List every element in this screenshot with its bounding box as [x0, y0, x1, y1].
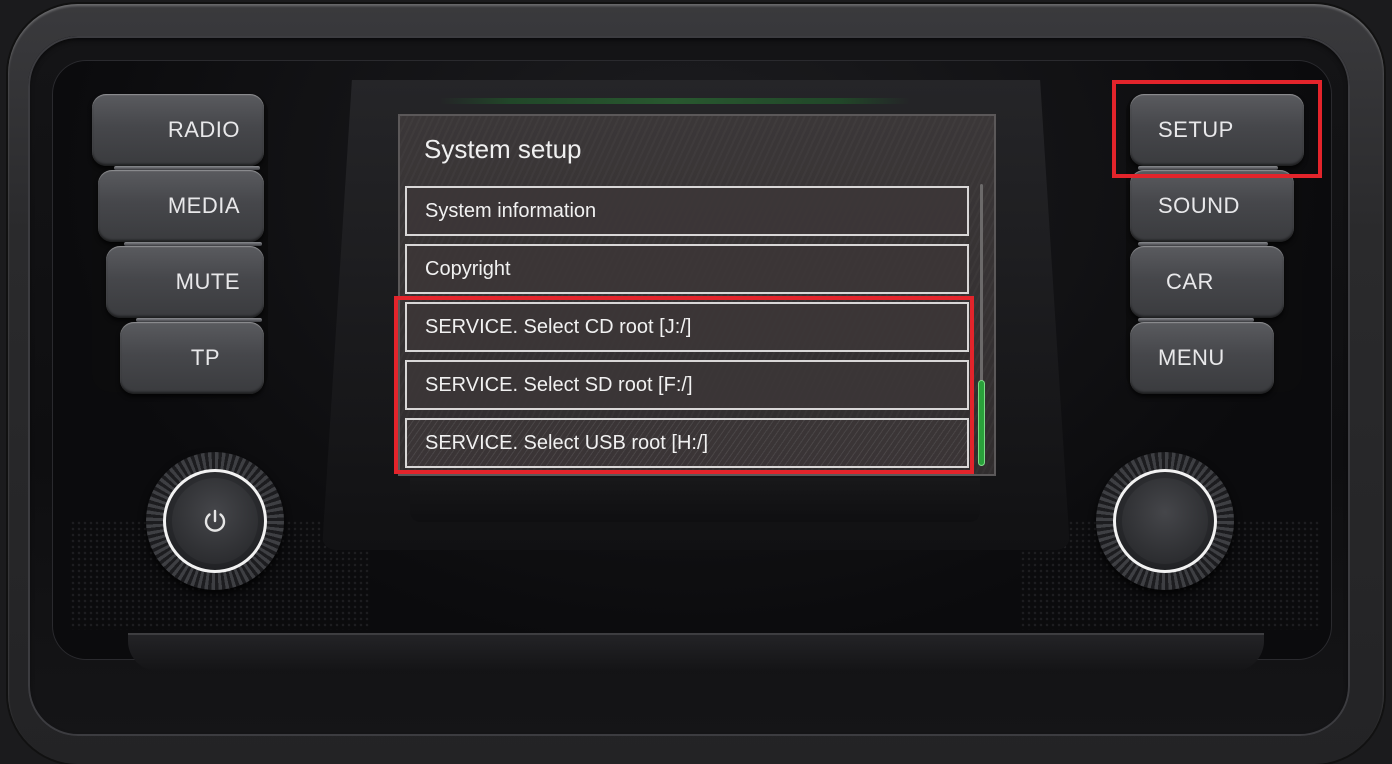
mute-button-label: MUTE	[175, 269, 240, 294]
left-button-group: RADIO MEDIA MUTE TP	[92, 94, 268, 394]
menu-item-copyright[interactable]: Copyright	[405, 244, 969, 294]
radio-button-label: RADIO	[167, 117, 240, 142]
bottom-trim	[128, 633, 1264, 671]
sound-button-label: SOUND	[1158, 193, 1240, 218]
radio-button[interactable]: RADIO	[92, 94, 264, 170]
setup-button[interactable]: SETUP	[1130, 94, 1304, 170]
scrollbar-thumb[interactable]	[978, 380, 985, 466]
menu-item-label: System information	[425, 199, 597, 222]
sound-button[interactable]: SOUND	[1130, 170, 1294, 246]
menu-item-label: SERVICE. Select USB root [H:/]	[425, 431, 709, 454]
car-button-label: CAR	[1166, 269, 1214, 294]
right-knob	[1096, 452, 1234, 590]
power-volume-knob[interactable]	[163, 469, 267, 573]
menu-item-label: SERVICE. Select CD root [J:/]	[425, 315, 692, 338]
menu-item-label: SERVICE. Select SD root [F:/]	[425, 373, 693, 396]
media-button-label: MEDIA	[167, 193, 240, 218]
select-knob[interactable]	[1113, 469, 1217, 573]
menu-item-system-information[interactable]: System information	[405, 186, 969, 236]
tp-button-label: TP	[190, 345, 220, 370]
menu-item-select-usb-root[interactable]: SERVICE. Select USB root [H:/]	[405, 418, 969, 468]
menu-item-select-sd-root[interactable]: SERVICE. Select SD root [F:/]	[405, 360, 969, 410]
tp-button[interactable]: TP	[120, 322, 264, 394]
menu-button-label: MENU	[1158, 345, 1225, 370]
mute-button[interactable]: MUTE	[106, 246, 264, 322]
setup-button-label: SETUP	[1158, 117, 1234, 142]
menu-item-select-cd-root[interactable]: SERVICE. Select CD root [J:/]	[405, 302, 969, 352]
screen-title: System setup	[424, 134, 582, 164]
display-screen: System setup System information Copyrigh…	[398, 114, 996, 476]
menu-item-label: Copyright	[425, 257, 511, 280]
media-button[interactable]: MEDIA	[98, 170, 264, 246]
car-button[interactable]: CAR	[1130, 246, 1284, 322]
screen-lower-bezel	[410, 478, 980, 522]
left-knob	[146, 452, 284, 590]
menu-button[interactable]: MENU	[1130, 322, 1274, 394]
screen-top-light	[440, 98, 910, 104]
power-icon	[204, 509, 226, 532]
right-button-group: SETUP SOUND CAR MENU	[1126, 94, 1304, 394]
